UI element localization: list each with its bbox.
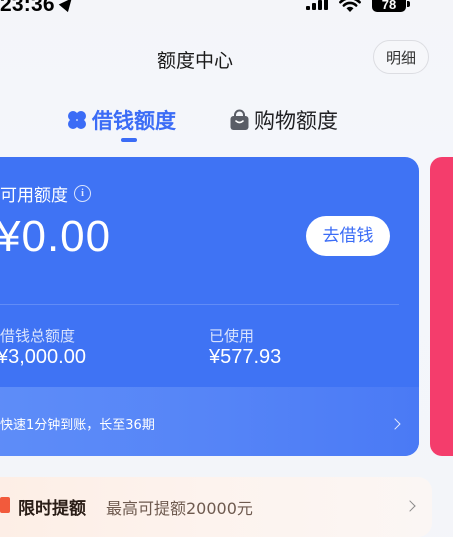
shopping-bag-icon bbox=[230, 109, 249, 130]
status-time-text: 23:36 bbox=[0, 0, 55, 16]
card-divider bbox=[0, 304, 399, 305]
promo-title: 限时提额 bbox=[18, 499, 86, 519]
promo-icon bbox=[0, 497, 10, 513]
wifi-icon bbox=[339, 0, 361, 12]
next-card-peek[interactable] bbox=[430, 157, 453, 456]
total-credit-label: 借钱总额度 bbox=[0, 327, 76, 345]
status-time: 23:36 bbox=[0, 0, 77, 17]
available-credit-label-text: 可用额度 bbox=[0, 186, 68, 206]
used-credit-value: ¥577.93 bbox=[209, 346, 282, 368]
tab-borrow-credit-label: 借钱额度 bbox=[92, 109, 176, 133]
battery-icon: 78 bbox=[372, 0, 410, 12]
available-credit-amount: ¥0.00 bbox=[0, 212, 112, 261]
tab-borrow-credit[interactable]: 借钱额度 bbox=[66, 105, 176, 135]
card-footer-text: 快速1分钟到账，长至36期 bbox=[0, 418, 155, 433]
tab-shopping-credit-label: 购物额度 bbox=[254, 109, 338, 133]
cellular-signal-icon bbox=[306, 0, 328, 10]
page-title: 额度中心 bbox=[156, 50, 233, 72]
active-tab-indicator bbox=[121, 138, 137, 142]
info-icon[interactable]: i bbox=[74, 185, 91, 202]
tab-shopping-credit[interactable]: 购物额度 bbox=[229, 105, 338, 135]
borrow-button[interactable]: 去借钱 bbox=[306, 216, 390, 256]
location-arrow-icon bbox=[58, 0, 77, 13]
detail-button[interactable]: 明细 bbox=[373, 40, 429, 74]
promo-subtitle: 最高可提额20000元 bbox=[106, 499, 253, 518]
used-credit-label: 已使用 bbox=[209, 327, 255, 345]
total-credit-value: ¥3,000.00 bbox=[0, 346, 86, 368]
available-credit-label: 可用额度 i bbox=[0, 181, 91, 206]
battery-level: 78 bbox=[381, 0, 397, 12]
clover-icon bbox=[68, 111, 86, 129]
